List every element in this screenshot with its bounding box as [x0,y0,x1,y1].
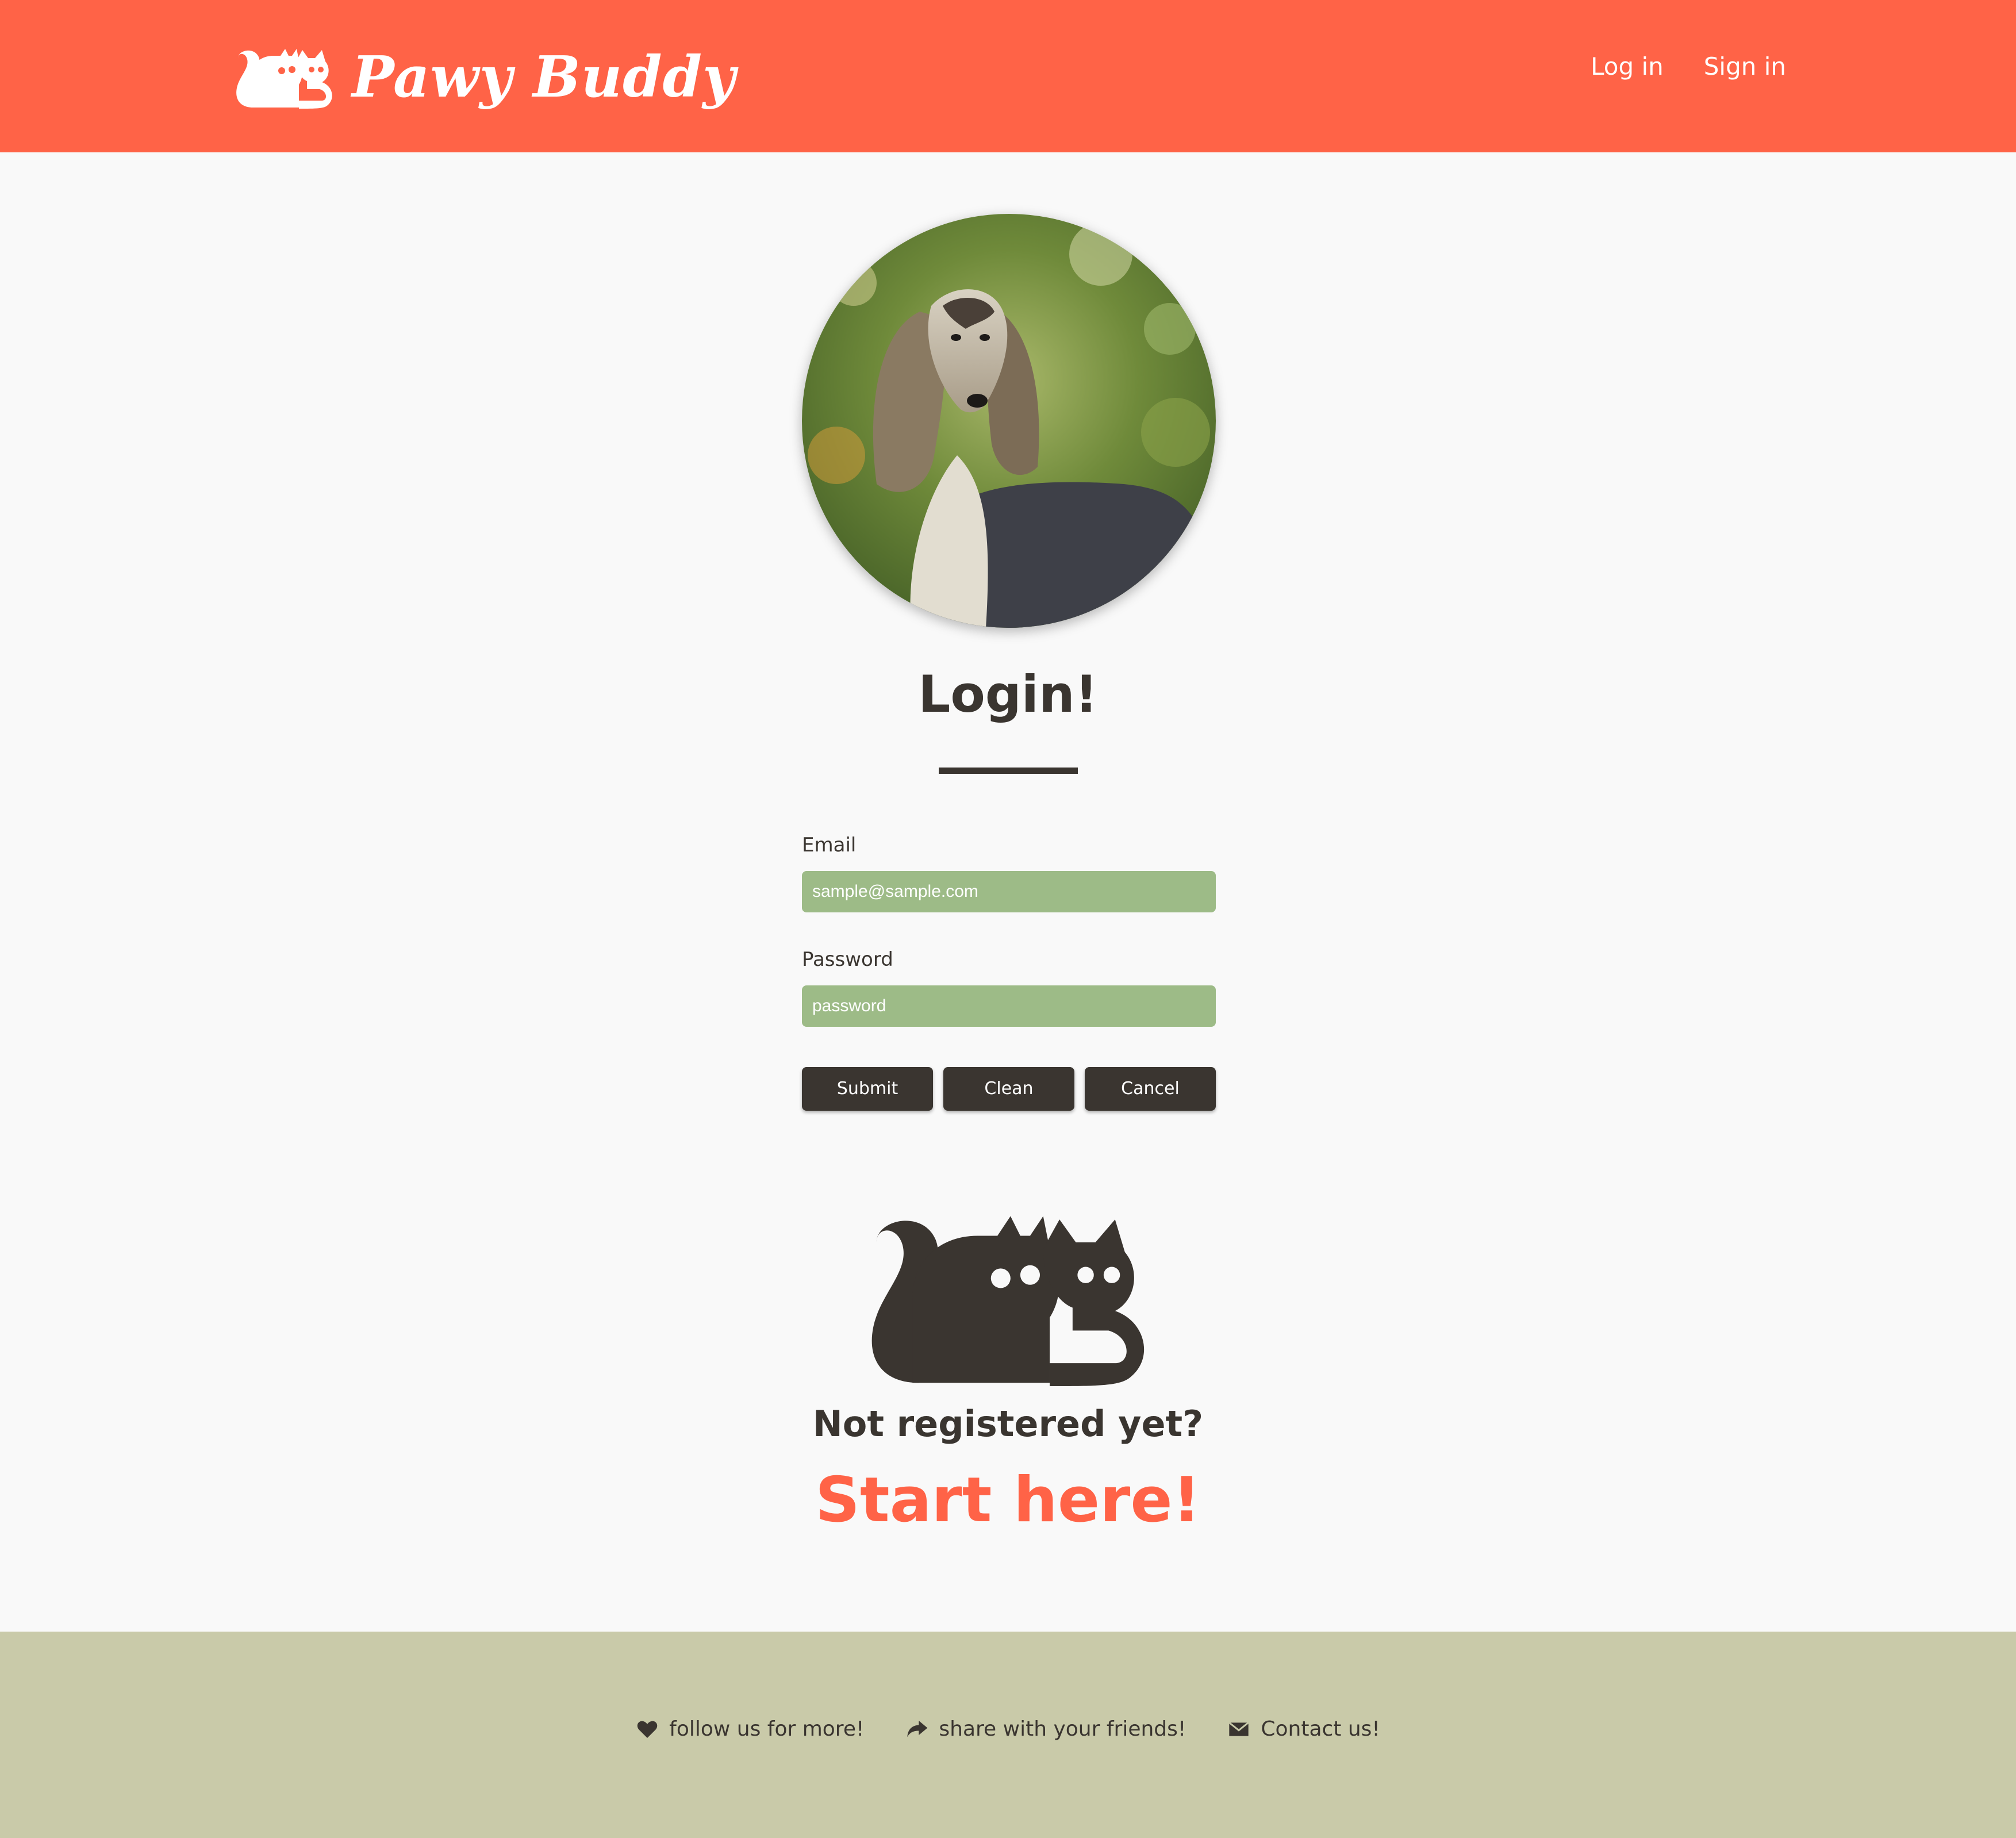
footer: follow us for more! share with your frie… [0,1632,2016,1838]
envelope-icon [1228,1722,1249,1736]
submit-button[interactable]: Submit [802,1066,933,1111]
form-buttons: Submit Clean Cancel [802,1066,1216,1111]
footer-contact-label: Contact us! [1261,1717,1380,1741]
top-header: Pawy Buddy Log in Sign in [0,0,2016,152]
password-group: Password [802,948,1216,1027]
footer-contact-link[interactable]: Contact us! [1227,1718,1380,1741]
email-group: Email [802,834,1216,912]
heart-icon [637,1721,658,1738]
share-icon [907,1721,928,1737]
top-nav: Log in Sign in [1591,55,1786,79]
cancel-button[interactable]: Cancel [1085,1066,1216,1111]
footer-follow-link[interactable]: follow us for more! [636,1718,864,1741]
email-field[interactable] [802,870,1216,912]
title-underline [939,768,1078,774]
footer-follow-label: follow us for more! [669,1717,865,1741]
brand[interactable]: Pawy Buddy [230,29,736,126]
cats-logo-icon-large [854,1199,1164,1397]
brand-name: Pawy Buddy [352,44,736,110]
footer-share-link[interactable]: share with your friends! [905,1718,1186,1741]
register-prompt: Not registered yet? [812,1403,1204,1445]
password-field[interactable] [802,985,1216,1027]
page-title: Login! [918,665,1098,724]
email-label: Email [802,834,857,857]
footer-share-label: share with your friends! [939,1717,1186,1741]
start-here-link[interactable]: Start here! [0,1463,2016,1538]
nav-signin-link[interactable]: Sign in [1704,55,1786,79]
footer-links: follow us for more! share with your frie… [0,1718,2016,1741]
nav-login-link[interactable]: Log in [1591,55,1664,79]
clean-button[interactable]: Clean [943,1066,1074,1111]
password-label: Password [802,947,893,971]
dog-avatar-image [802,214,1216,628]
cats-logo-icon [236,49,332,109]
login-form: Email Password Submit Clean Cancel [802,834,1216,1111]
